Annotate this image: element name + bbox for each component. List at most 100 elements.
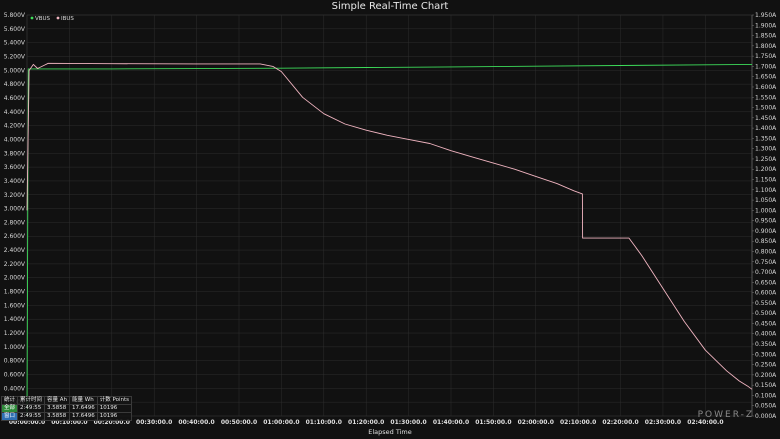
x-tick-label: 02:20:00.0 <box>602 419 638 426</box>
legend-marker-vbus <box>30 16 34 20</box>
y-right-tick-label: 1.100A <box>755 187 777 194</box>
y-left-tick-label: 5.600V <box>4 26 26 33</box>
y-left-tick-label: 1.000V <box>4 344 26 351</box>
y-right-tick-label: 0.400A <box>755 331 777 338</box>
y-right-tick-label: 0.450A <box>755 320 777 327</box>
y-left-tick-label: 0.800V <box>4 358 26 365</box>
x-tick-label: 00:50:00.0 <box>221 419 257 426</box>
y-right-tick-label: 1.150A <box>755 177 777 184</box>
y-right-tick-label: 1.700A <box>755 63 777 70</box>
y-left-tick-label: 2.600V <box>4 233 26 240</box>
stats-cell: 能量 Wh <box>69 396 98 405</box>
stats-cell: 统计 <box>0 396 19 405</box>
y-right-tick-label: 1.600A <box>755 84 777 91</box>
y-right-tick-label: 0.000A <box>755 413 777 420</box>
stats-cell: 17.6496 <box>69 412 98 421</box>
y-right-tick-label: 1.650A <box>755 74 777 81</box>
y-right-tick-label: 0.350A <box>755 341 777 348</box>
stats-table: 统计 累计时间 容量 Ah 能量 Wh 计数 Points 全部 2:49:55… <box>0 396 133 421</box>
x-tick-label: 02:10:00.0 <box>560 419 596 426</box>
y-right-tick-label: 0.500A <box>755 310 777 317</box>
x-tick-label: 02:40:00.0 <box>687 419 723 426</box>
y-left-tick-label: 3.200V <box>4 192 26 199</box>
power-z-logo: POWER-Z <box>697 410 754 420</box>
y-right-tick-label: 0.750A <box>755 259 777 266</box>
y-left-tick-label: 1.600V <box>4 302 26 309</box>
stats-row-label: 全部 <box>0 404 19 413</box>
y-right-tick-label: 1.900A <box>755 22 777 29</box>
y-left-tick-label: 3.800V <box>4 150 26 157</box>
y-right-tick-label: 1.400A <box>755 125 777 132</box>
y-right-tick-label: 1.550A <box>755 94 777 101</box>
y-left-tick-label: 4.600V <box>4 95 26 102</box>
y-right-tick-label: 0.050A <box>755 403 777 410</box>
y-left-tick-label: 5.200V <box>4 53 26 60</box>
x-tick-label: 01:00:00.0 <box>263 419 299 426</box>
y-left-tick-label: 2.000V <box>4 275 26 282</box>
y-axis-left: 0.200V0.400V0.600V0.800V1.000V1.200V1.40… <box>4 12 26 406</box>
x-tick-label: 01:50:00.0 <box>475 419 511 426</box>
stats-cell: 3.5858 <box>44 404 71 413</box>
y-right-tick-label: 0.800A <box>755 248 777 255</box>
y-right-tick-label: 1.200A <box>755 166 777 173</box>
stats-row-window: 窗口 2:49:55 3.5858 17.6496 10196 <box>0 412 133 421</box>
legend-label-ibus: IBUS <box>61 16 74 22</box>
y-left-tick-label: 1.400V <box>4 316 26 323</box>
y-right-tick-label: 0.900A <box>755 228 777 235</box>
y-right-tick-label: 1.300A <box>755 146 777 153</box>
y-left-tick-label: 4.200V <box>4 123 26 130</box>
y-right-tick-label: 1.350A <box>755 135 777 142</box>
y-left-tick-label: 0.400V <box>4 385 26 392</box>
stats-cell: 10196 <box>96 404 133 413</box>
stats-header-row: 统计 累计时间 容量 Ah 能量 Wh 计数 Points <box>0 396 133 405</box>
chart: Simple Real-Time Chart 0.200V0.400V0.600… <box>0 0 780 439</box>
stats-cell: 容量 Ah <box>44 396 71 405</box>
x-tick-label: 01:20:00.0 <box>348 419 384 426</box>
y-left-tick-label: 2.400V <box>4 247 26 254</box>
y-left-tick-label: 4.800V <box>4 81 26 88</box>
x-tick-label: 02:30:00.0 <box>645 419 681 426</box>
x-tick-label: 01:40:00.0 <box>433 419 469 426</box>
y-right-tick-label: 0.100A <box>755 392 777 399</box>
y-left-tick-label: 5.000V <box>4 67 26 74</box>
x-tick-label: 02:00:00.0 <box>518 419 554 426</box>
y-right-tick-label: 1.250A <box>755 156 777 163</box>
stats-cell: 17.6496 <box>69 404 98 413</box>
y-right-tick-label: 0.700A <box>755 269 777 276</box>
y-left-tick-label: 1.800V <box>4 289 26 296</box>
stats-cell: 10196 <box>96 412 133 421</box>
chart-title: Simple Real-Time Chart <box>332 1 449 12</box>
y-left-tick-label: 4.400V <box>4 109 26 116</box>
legend-label-vbus: VBUS <box>35 16 51 22</box>
y-left-tick-label: 2.800V <box>4 219 26 226</box>
y-right-tick-label: 1.800A <box>755 43 777 50</box>
y-right-tick-label: 0.950A <box>755 218 777 225</box>
x-tick-label: 01:30:00.0 <box>390 419 426 426</box>
x-axis-label: Elapsed Time <box>368 428 412 436</box>
y-left-tick-label: 5.800V <box>4 12 26 19</box>
y-right-tick-label: 0.650A <box>755 279 777 286</box>
y-left-tick-label: 3.600V <box>4 164 26 171</box>
y-right-tick-label: 1.850A <box>755 33 777 40</box>
y-right-tick-label: 0.550A <box>755 300 777 307</box>
stats-row-label: 窗口 <box>0 412 19 421</box>
y-right-tick-label: 0.850A <box>755 238 777 245</box>
y-right-tick-label: 1.950A <box>755 12 777 19</box>
stats-cell: 计数 Points <box>96 396 133 405</box>
y-left-tick-label: 1.200V <box>4 330 26 337</box>
y-right-tick-label: 1.450A <box>755 115 777 122</box>
y-left-tick-label: 3.000V <box>4 206 26 213</box>
x-tick-label: 00:40:00.0 <box>178 419 214 426</box>
stats-cell: 累计时间 <box>17 396 46 405</box>
stats-row-all: 全部 2:49:55 3.5858 17.6496 10196 <box>0 404 133 413</box>
y-left-tick-label: 0.600V <box>4 372 26 379</box>
y-right-tick-label: 1.500A <box>755 105 777 112</box>
y-left-tick-label: 4.000V <box>4 136 26 143</box>
y-right-tick-label: 0.250A <box>755 362 777 369</box>
stats-cell: 2:49:55 <box>17 412 46 421</box>
y-right-tick-label: 0.200A <box>755 372 777 379</box>
stats-cell: 2:49:55 <box>17 404 46 413</box>
y-right-tick-label: 0.300A <box>755 351 777 358</box>
y-right-tick-label: 1.000A <box>755 207 777 214</box>
x-tick-label: 01:10:00.0 <box>306 419 342 426</box>
